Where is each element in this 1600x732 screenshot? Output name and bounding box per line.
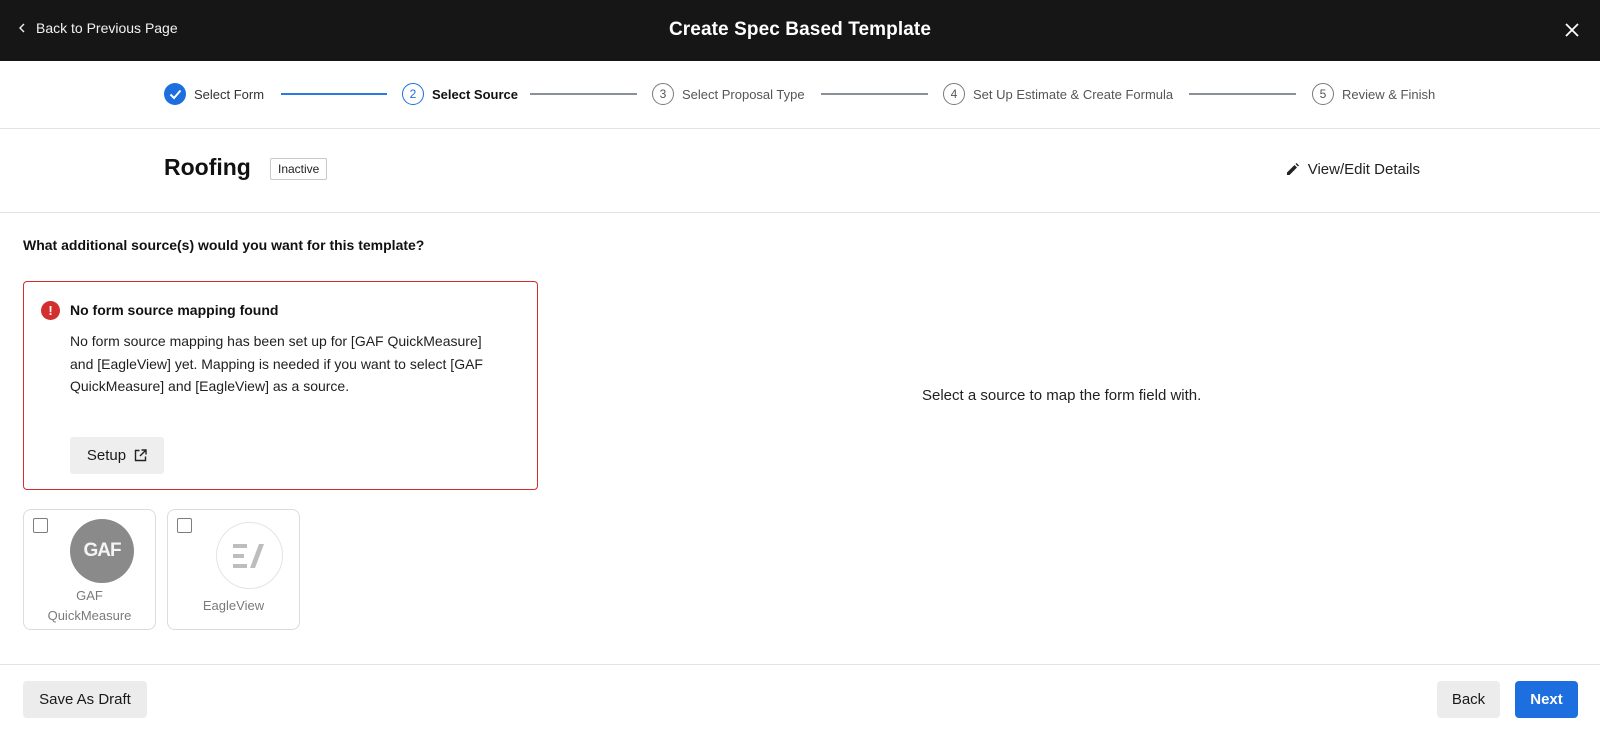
step-1-check-icon	[164, 83, 186, 105]
source-question: What additional source(s) would you want…	[23, 237, 425, 253]
alert-title: No form source mapping found	[70, 302, 279, 318]
step-2-label: Select Source	[432, 87, 518, 102]
mapping-placeholder: Select a source to map the form field wi…	[922, 387, 1202, 404]
next-button[interactable]: Next	[1515, 681, 1578, 718]
source-card-eagleview[interactable]: EagleView	[167, 509, 300, 630]
page-title: Roofing	[164, 154, 251, 180]
setup-label: Setup	[86, 447, 127, 464]
gaf-logo: GAF	[70, 519, 134, 583]
step-4-number: 4	[943, 83, 965, 105]
page-header-title: Create Spec Based Template	[668, 19, 932, 40]
alert-body: No form source mapping has been set up f…	[70, 333, 483, 394]
template-header: Roofing Inactive View/Edit Details	[0, 129, 1600, 213]
step-connector	[530, 93, 637, 95]
gaf-checkbox[interactable]	[33, 518, 48, 533]
setup-button[interactable]: Setup	[70, 437, 164, 474]
footer-bar: Save As Draft Back Next	[0, 664, 1600, 732]
step-3-label: Select Proposal Type	[682, 87, 805, 102]
progress-stepper: Select Form 2 Select Source 3 Select Pro…	[0, 61, 1600, 129]
error-alert: ! No form source mapping found No form s…	[23, 281, 538, 490]
source-card-gaf-quickmeasure[interactable]: GAF GAF QuickMeasure	[23, 509, 156, 630]
pencil-icon	[1286, 163, 1299, 175]
view-edit-label: View/Edit Details	[1307, 161, 1420, 178]
view-edit-details-link[interactable]: View/Edit Details	[1286, 161, 1420, 178]
error-icon: !	[41, 301, 60, 320]
eagleview-label: EagleView	[202, 598, 265, 613]
gaf-label-line2: QuickMeasure	[47, 608, 132, 623]
step-connector	[821, 93, 928, 95]
step-5-label: Review & Finish	[1342, 87, 1436, 102]
top-bar: Back to Previous Page Create Spec Based …	[0, 0, 1600, 61]
save-as-draft-button[interactable]: Save As Draft	[23, 681, 147, 718]
external-link-icon	[134, 449, 147, 462]
step-4-label: Set Up Estimate & Create Formula	[973, 87, 1174, 102]
close-icon[interactable]	[1564, 22, 1580, 38]
eagleview-logo	[216, 522, 283, 589]
step-1-label: Select Form	[194, 87, 265, 102]
step-5-number: 5	[1312, 83, 1334, 105]
step-3-number: 3	[652, 83, 674, 105]
back-button[interactable]: Back	[1437, 681, 1500, 718]
step-connector	[281, 93, 387, 95]
status-badge: Inactive	[270, 158, 328, 180]
step-connector	[1189, 93, 1296, 95]
step-2-number: 2	[402, 83, 424, 105]
gaf-label-line1: GAF	[76, 588, 103, 603]
eagleview-checkbox[interactable]	[177, 518, 192, 533]
